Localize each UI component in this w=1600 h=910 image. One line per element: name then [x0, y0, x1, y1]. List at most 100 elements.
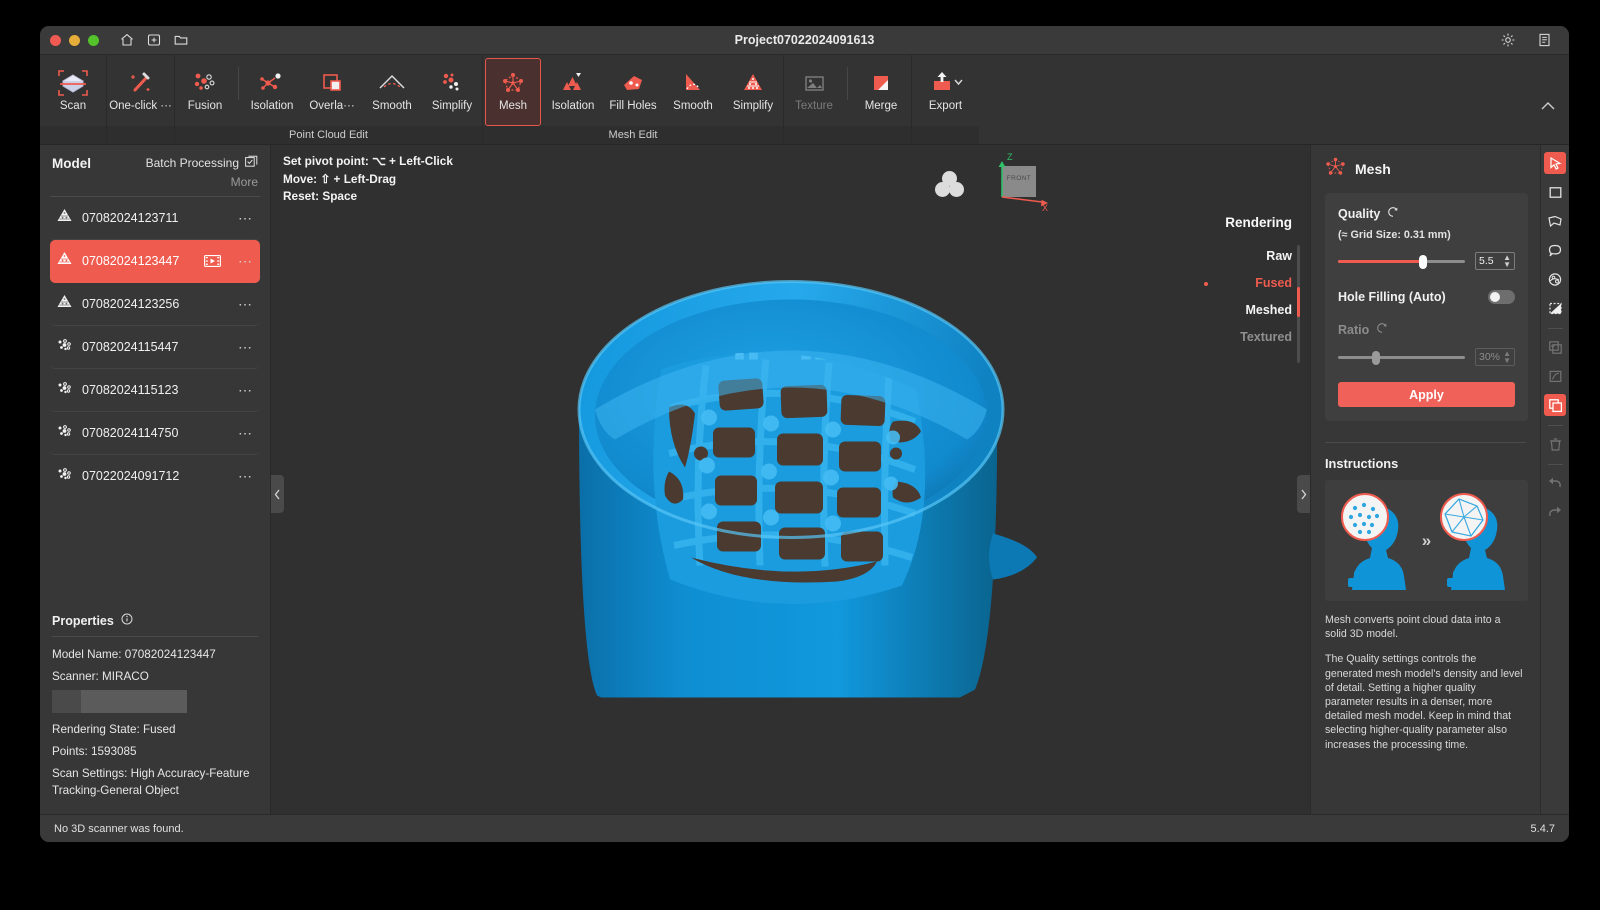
- undo-icon[interactable]: [1544, 472, 1566, 494]
- instructions-diagram: »: [1325, 480, 1528, 601]
- ribbon-group-caption: [107, 126, 174, 144]
- model-menu-button[interactable]: ⋯: [238, 210, 254, 227]
- freehand-select-icon[interactable]: [1544, 239, 1566, 261]
- svg-text:Z: Z: [1007, 152, 1013, 162]
- rendering-state-selector: Rendering Raw Fused Meshed Textured: [1182, 215, 1292, 351]
- ribbon-button-mesh[interactable]: Mesh: [485, 58, 541, 126]
- model-menu-button[interactable]: ⋯: [238, 468, 254, 485]
- rendering-state-track[interactable]: [1297, 245, 1300, 363]
- pointcloud-model-icon: [56, 337, 73, 357]
- ribbon-button-point-simplify[interactable]: Simplify: [424, 58, 480, 126]
- video-preview-icon[interactable]: [204, 254, 221, 268]
- ribbon-group-texture-merge: Texture Merge: [784, 55, 912, 144]
- rendering-state-thumb[interactable]: [1297, 287, 1300, 317]
- minimize-button[interactable]: [69, 34, 80, 46]
- copy-icon[interactable]: [1544, 394, 1566, 416]
- ratio-stepper[interactable]: 30% ▲ ▼: [1475, 348, 1515, 366]
- collapse-right-panel-button[interactable]: [1297, 475, 1310, 513]
- ribbon-button-fusion[interactable]: Fusion: [177, 58, 233, 126]
- reset-icon[interactable]: [1387, 206, 1399, 221]
- stepper-down-icon[interactable]: ▼: [1503, 357, 1511, 365]
- through-select-icon[interactable]: [1544, 365, 1566, 387]
- invert-select-icon[interactable]: [1544, 297, 1566, 319]
- duplicate-icon[interactable]: [1544, 336, 1566, 358]
- model-menu-button[interactable]: ⋯: [238, 253, 254, 270]
- batch-processing-button[interactable]: Batch Processing: [146, 155, 258, 171]
- model-list: 07082024123711 ⋯ 07082024123447 ⋯ 070820…: [40, 197, 270, 498]
- point-fusion-icon: [190, 66, 220, 100]
- notes-icon[interactable]: [1534, 30, 1555, 51]
- collapse-left-panel-button[interactable]: [271, 475, 284, 513]
- model-list-item-0[interactable]: 07082024123711 ⋯: [50, 197, 260, 240]
- open-folder-icon[interactable]: [170, 30, 191, 51]
- ribbon-button-scan[interactable]: Scan: [42, 58, 104, 126]
- ribbon-button-mesh-smooth[interactable]: Smooth: [665, 58, 721, 126]
- ribbon-button-fill-holes[interactable]: Fill Holes: [605, 58, 661, 126]
- scanned-model-render[interactable]: [541, 257, 1041, 738]
- ribbon-button-point-smooth[interactable]: Smooth: [364, 58, 420, 126]
- model-menu-button[interactable]: ⋯: [238, 382, 254, 399]
- ribbon-group-caption: [784, 126, 911, 144]
- model-menu-button[interactable]: ⋯: [238, 339, 254, 356]
- close-button[interactable]: [50, 34, 61, 46]
- info-circle-icon[interactable]: [121, 613, 133, 628]
- rendering-option-textured[interactable]: Textured: [1182, 324, 1292, 351]
- slider-handle[interactable]: [1419, 255, 1428, 269]
- quality-slider[interactable]: [1338, 254, 1465, 269]
- rendering-option-fused[interactable]: Fused: [1182, 270, 1292, 297]
- chevron-up-icon[interactable]: [1540, 99, 1556, 114]
- ribbon-button-one-click[interactable]: One-click ···: [109, 58, 172, 126]
- redo-icon[interactable]: [1544, 501, 1566, 523]
- ribbon-button-label: One-click ···: [109, 100, 172, 112]
- quality-stepper[interactable]: 5.5 ▲ ▼: [1475, 252, 1515, 270]
- svg-text:X: X: [1042, 203, 1048, 212]
- ribbon-button-point-isolation[interactable]: Isolation: [244, 58, 300, 126]
- texture-image-icon: [799, 66, 829, 100]
- select-cursor-icon[interactable]: [1544, 152, 1566, 174]
- mesh-nodes-icon: [498, 66, 528, 100]
- maximize-button[interactable]: [88, 34, 99, 46]
- ribbon-button-overlap[interactable]: Overla···: [304, 58, 360, 126]
- more-link[interactable]: More: [40, 173, 270, 196]
- model-list-item-5[interactable]: 07082024114750 ⋯: [50, 412, 260, 455]
- new-project-icon[interactable]: [143, 30, 164, 51]
- model-list-item-3[interactable]: 07082024115447 ⋯: [50, 326, 260, 369]
- viewport-3d[interactable]: Set pivot point: ⌥ + Left-Click Move: ⇧ …: [271, 145, 1310, 814]
- axis-gizmo[interactable]: FRONT Z X: [980, 150, 1052, 212]
- rectangle-select-icon[interactable]: [1544, 181, 1566, 203]
- ribbon-group-scan: Scan: [40, 55, 107, 144]
- ribbon-button-label: Texture: [795, 100, 833, 112]
- hole-filling-toggle[interactable]: [1488, 290, 1515, 304]
- home-icon[interactable]: [116, 30, 137, 51]
- model-list-item-4[interactable]: 07082024115123 ⋯: [50, 369, 260, 412]
- model-menu-button[interactable]: ⋯: [238, 296, 254, 313]
- slider-handle[interactable]: [1372, 351, 1381, 365]
- apply-button[interactable]: Apply: [1338, 382, 1515, 407]
- stepper-down-icon[interactable]: ▼: [1503, 261, 1511, 269]
- gear-icon[interactable]: [1497, 30, 1518, 51]
- lasso-select-icon[interactable]: [1544, 210, 1566, 232]
- ribbon-button-merge[interactable]: Merge: [853, 58, 909, 126]
- project-title: Project07022024091613: [734, 33, 875, 47]
- model-name: 07022024091712: [82, 469, 180, 483]
- divider: [1547, 464, 1563, 465]
- instructions-paragraph-0: Mesh converts point cloud data into a so…: [1325, 614, 1501, 641]
- ribbon-button-export[interactable]: Export: [914, 58, 977, 126]
- mesh-nodes-icon: [1325, 157, 1346, 181]
- model-list-item-6[interactable]: 07022024091712 ⋯: [50, 455, 260, 498]
- view-preset-icon[interactable]: [935, 171, 965, 197]
- model-list-item-1[interactable]: 07082024123447 ⋯: [50, 240, 260, 283]
- model-menu-button[interactable]: ⋯: [238, 425, 254, 442]
- instructions-heading: Instructions: [1325, 456, 1399, 471]
- model-list-item-2[interactable]: 07082024123256 ⋯: [50, 283, 260, 326]
- ribbon-button-mesh-simplify[interactable]: Simplify: [725, 58, 781, 126]
- ribbon-button-texture[interactable]: Texture: [786, 58, 842, 126]
- rendering-option-raw[interactable]: Raw: [1182, 243, 1292, 270]
- delete-icon[interactable]: [1544, 433, 1566, 455]
- ribbon-button-label: Mesh: [498, 100, 528, 112]
- rendering-option-meshed[interactable]: Meshed: [1182, 297, 1292, 324]
- properties-heading: Properties: [52, 613, 114, 628]
- ribbon-button-mesh-isolation[interactable]: Isolation: [545, 58, 601, 126]
- brush-select-icon[interactable]: [1544, 268, 1566, 290]
- ratio-slider[interactable]: [1338, 350, 1465, 365]
